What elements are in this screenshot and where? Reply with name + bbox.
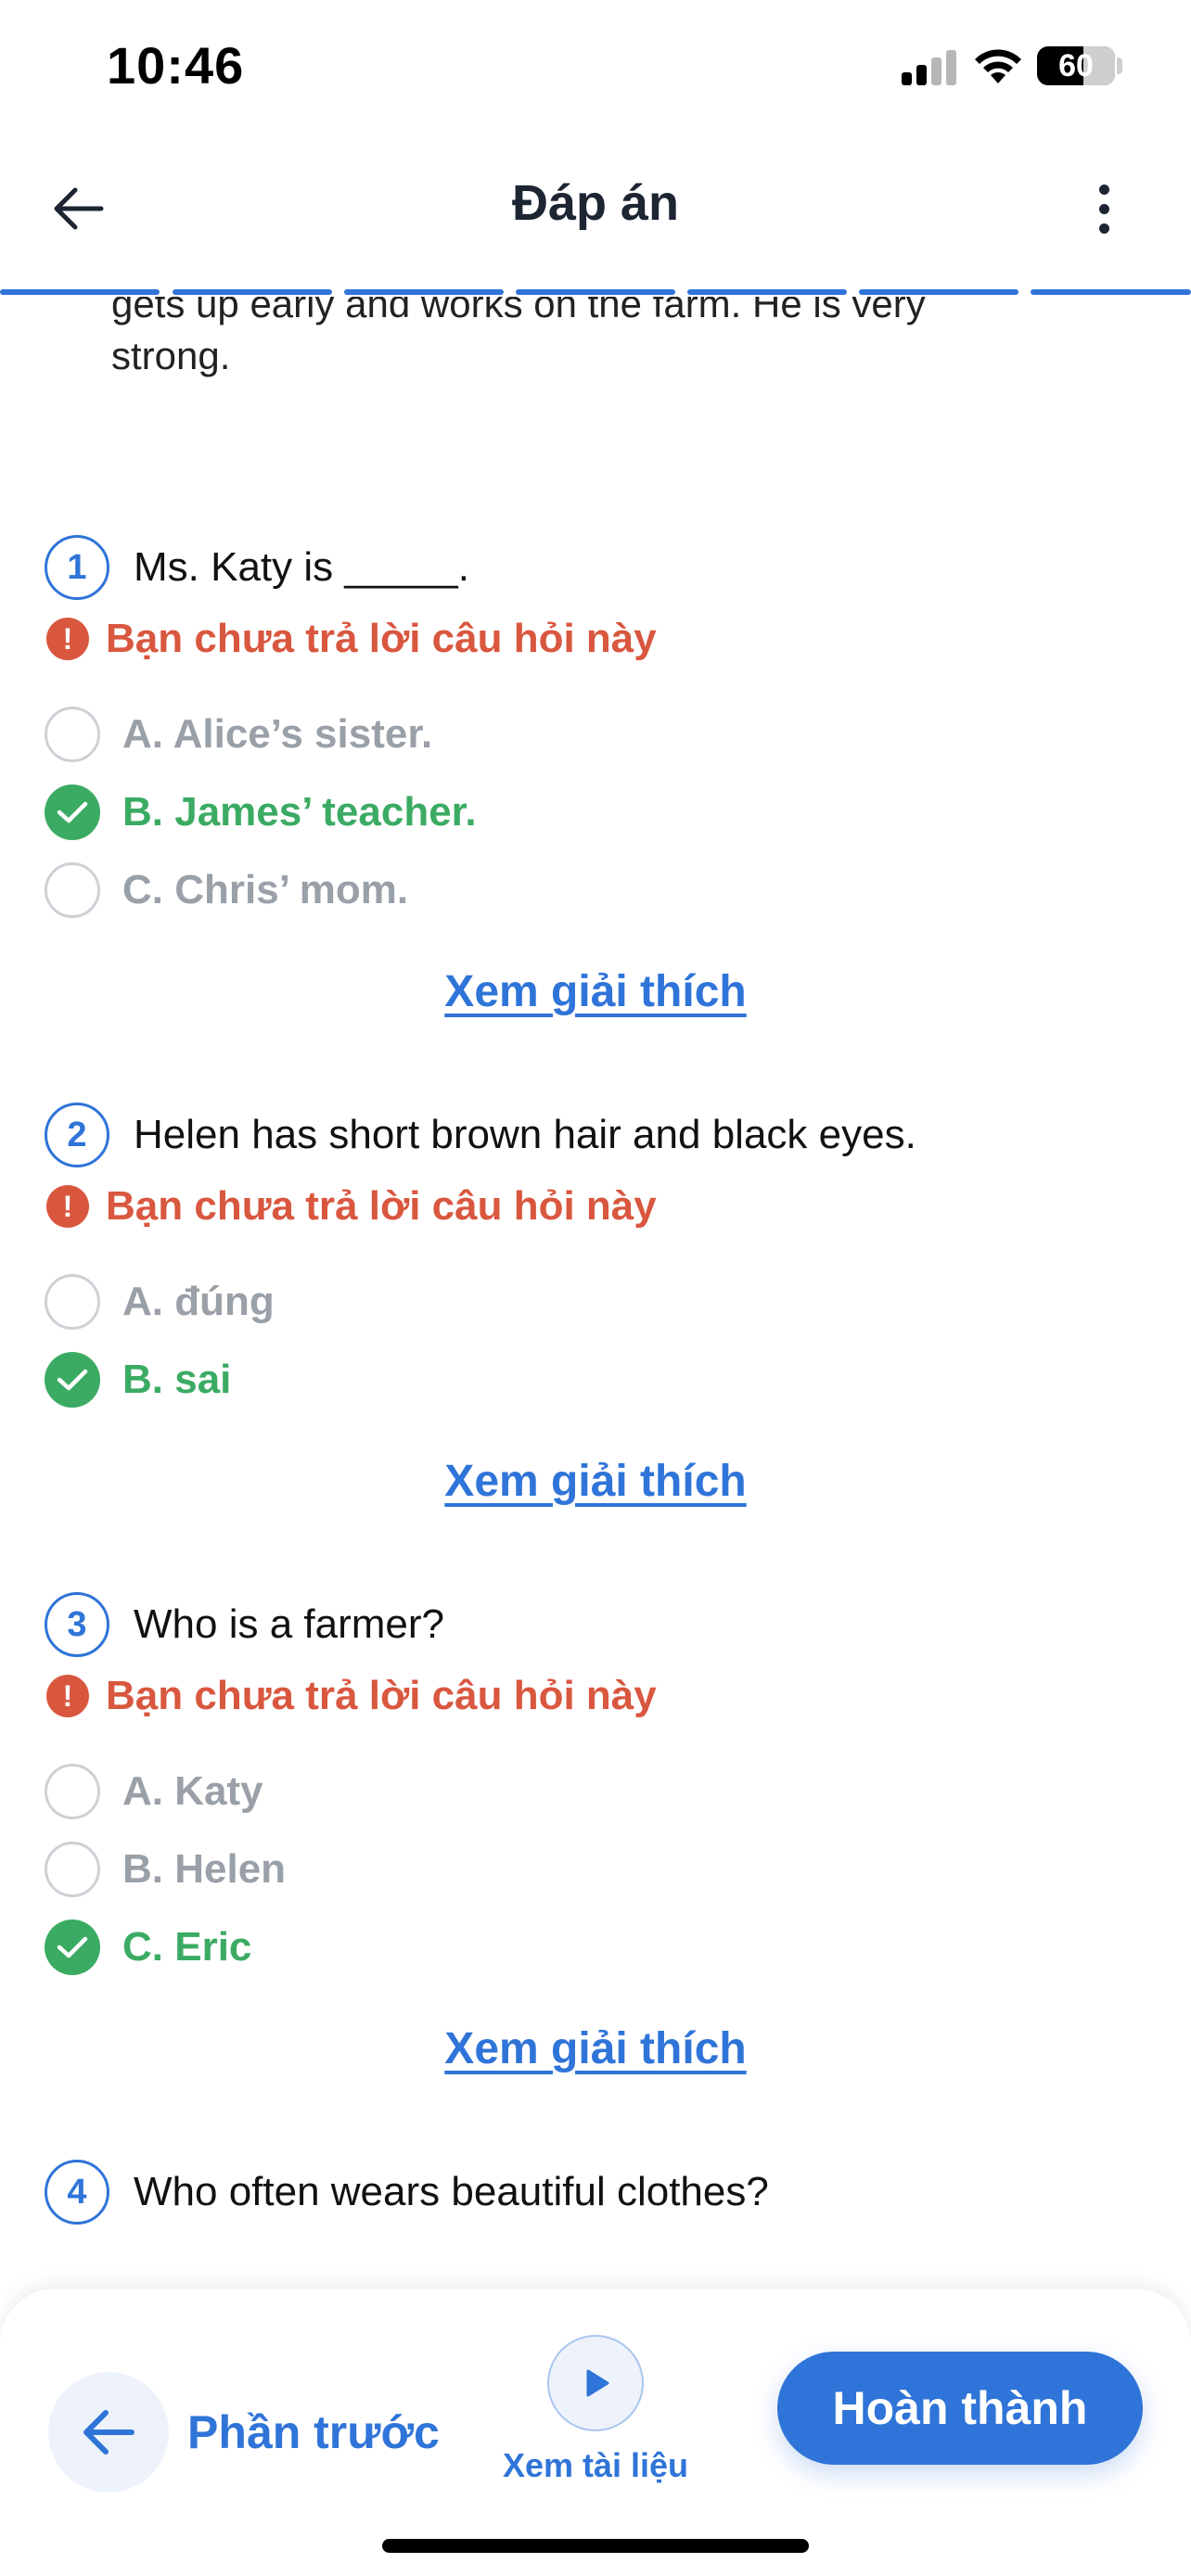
check-circle-icon bbox=[45, 784, 100, 840]
view-explanation-link[interactable]: Xem giải thích bbox=[0, 1456, 1191, 1507]
answer-option: A. Katy bbox=[45, 1762, 263, 1821]
question-text: Who often wears beautiful clothes? bbox=[134, 2169, 769, 2214]
view-documents-label: Xem tài liệu bbox=[502, 2446, 689, 2484]
finish-button[interactable]: Hoàn thành bbox=[777, 2352, 1143, 2465]
option-label: A. đúng bbox=[122, 1279, 275, 1324]
more-dots-icon bbox=[1098, 184, 1109, 195]
section-segment[interactable] bbox=[687, 289, 847, 295]
answer-option-correct: B. sai bbox=[45, 1350, 231, 1409]
prev-circle bbox=[48, 2372, 169, 2493]
section-segment[interactable] bbox=[173, 289, 332, 295]
unanswered-text: Bạn chưa trả lời câu hỏi này bbox=[106, 1673, 657, 1718]
section-segment[interactable] bbox=[516, 289, 675, 295]
radio-empty-icon bbox=[45, 707, 100, 762]
battery-icon: 60 bbox=[1037, 46, 1115, 85]
alert-icon: ! bbox=[46, 1185, 89, 1228]
option-label: C. Eric bbox=[122, 1924, 252, 1970]
unanswered-warning: ! Bạn chưa trả lời câu hỏi này bbox=[46, 1176, 657, 1237]
alert-icon: ! bbox=[46, 1675, 89, 1717]
question-text: Ms. Katy is _____. bbox=[134, 544, 469, 590]
answer-option: C. Chris’ mom. bbox=[45, 861, 408, 920]
option-label: C. Chris’ mom. bbox=[122, 867, 409, 912]
section-segment[interactable] bbox=[859, 289, 1018, 295]
option-label: A. Alice’s sister. bbox=[122, 711, 433, 757]
passage-last-line: strong. bbox=[111, 334, 231, 377]
question-number: 1 bbox=[45, 535, 109, 600]
unanswered-text: Bạn chưa trả lời câu hỏi này bbox=[106, 1183, 657, 1229]
cellular-signal-icon bbox=[902, 48, 959, 85]
arrow-left-icon bbox=[83, 2410, 134, 2455]
battery-tip bbox=[1117, 57, 1122, 74]
question-number: 3 bbox=[45, 1592, 109, 1657]
section-segment[interactable] bbox=[1031, 289, 1191, 295]
radio-empty-icon bbox=[45, 1842, 100, 1897]
play-icon bbox=[547, 2335, 644, 2431]
answer-list[interactable]: gets up early and works on the farm. He … bbox=[0, 297, 1191, 2244]
option-label: B. James’ teacher. bbox=[122, 789, 477, 835]
question-number: 2 bbox=[45, 1103, 109, 1167]
section-segment[interactable] bbox=[0, 289, 160, 295]
view-documents-button[interactable]: Xem tài liệu bbox=[482, 2335, 709, 2485]
option-label: B. Helen bbox=[122, 1846, 287, 1892]
question-text: Helen has short brown hair and black eye… bbox=[134, 1112, 916, 1157]
section-segment[interactable] bbox=[344, 289, 504, 295]
option-label: A. Katy bbox=[122, 1768, 263, 1814]
unanswered-warning: ! Bạn chưa trả lời câu hỏi này bbox=[46, 608, 657, 670]
answer-option-correct: C. Eric bbox=[45, 1918, 251, 1977]
page-title: Đáp án bbox=[511, 175, 680, 231]
view-explanation-link[interactable]: Xem giải thích bbox=[0, 966, 1191, 1017]
battery-level: 60 bbox=[1058, 48, 1094, 83]
question-text: Who is a farmer? bbox=[134, 1601, 444, 1647]
previous-section-button[interactable]: Phần trước bbox=[48, 2372, 440, 2493]
previous-section-label: Phần trước bbox=[187, 2406, 440, 2458]
view-explanation-link[interactable]: Xem giải thích bbox=[0, 2023, 1191, 2074]
radio-empty-icon bbox=[45, 1274, 100, 1330]
answer-option: A. Alice’s sister. bbox=[45, 705, 432, 764]
check-circle-icon bbox=[45, 1919, 100, 1975]
option-label: B. sai bbox=[122, 1357, 232, 1402]
radio-empty-icon bbox=[45, 862, 100, 918]
section-progress-bar bbox=[0, 289, 1191, 297]
answer-review-screen: 10:46 60 Đáp án gets up early and works … bbox=[0, 0, 1191, 2576]
answer-option: A. đúng bbox=[45, 1272, 275, 1332]
answer-option: B. Helen bbox=[45, 1840, 286, 1899]
app-header: Đáp án bbox=[0, 158, 1191, 260]
alert-icon: ! bbox=[46, 618, 89, 660]
home-indicator[interactable] bbox=[382, 2539, 809, 2553]
reading-passage: gets up early and works on the farm. He … bbox=[111, 297, 1085, 382]
more-options-button[interactable] bbox=[1076, 176, 1132, 241]
passage-partial-line: gets up early and works on the farm. He … bbox=[111, 297, 926, 325]
answer-option-correct: B. James’ teacher. bbox=[45, 783, 477, 842]
unanswered-text: Bạn chưa trả lời câu hỏi này bbox=[106, 616, 657, 661]
question-number: 4 bbox=[45, 2160, 109, 2225]
status-time: 10:46 bbox=[107, 36, 245, 95]
status-bar: 10:46 60 bbox=[0, 0, 1191, 130]
unanswered-warning: ! bbox=[46, 2235, 89, 2244]
unanswered-warning: ! Bạn chưa trả lời câu hỏi này bbox=[46, 1665, 657, 1727]
check-circle-icon bbox=[45, 1352, 100, 1408]
bottom-action-bar: Phần trước Xem tài liệu Hoàn thành bbox=[0, 2289, 1191, 2576]
wifi-icon bbox=[972, 45, 1024, 85]
radio-empty-icon bbox=[45, 1764, 100, 1819]
